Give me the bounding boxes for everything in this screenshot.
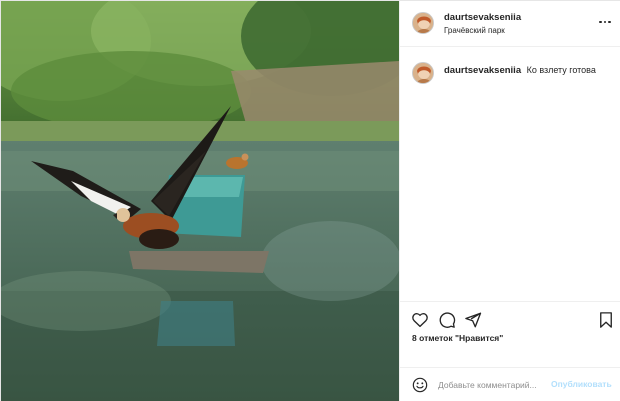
add-comment-bar: Опубликовать — [400, 367, 620, 401]
likes-count[interactable]: 8 отметок "Нравится" — [412, 333, 503, 343]
avatar[interactable] — [412, 12, 434, 34]
duck-flying-over-pond-image — [1, 1, 399, 401]
more-options-icon[interactable] — [596, 14, 614, 30]
publish-button[interactable]: Опубликовать — [551, 379, 612, 389]
post-header: daurtsevakseniia Грачёвский парк — [400, 1, 620, 47]
caption-username[interactable]: daurtsevakseniia — [444, 65, 521, 76]
caption-comment: daurtsevakseniia Ко взлету готова — [400, 58, 620, 88]
author-username[interactable]: daurtsevakseniia — [444, 12, 521, 23]
dot — [599, 20, 602, 24]
action-bar: 8 отметок "Нравится" — [400, 301, 620, 367]
dot — [603, 20, 607, 24]
avatar-photo — [413, 13, 433, 33]
dot — [608, 20, 611, 24]
speech-bubble-icon[interactable] — [438, 311, 456, 329]
avatar[interactable] — [412, 62, 434, 84]
post-location[interactable]: Грачёвский парк — [444, 26, 505, 35]
instagram-post: daurtsevakseniia Грачёвский парк daurtse… — [0, 0, 620, 401]
heart-icon[interactable] — [411, 311, 429, 329]
paper-plane-icon[interactable] — [464, 311, 482, 329]
caption-text: Ко взлету готова — [526, 65, 596, 75]
caption-text-line: daurtsevakseniia Ко взлету готова — [444, 65, 596, 76]
comment-input[interactable] — [438, 377, 550, 393]
post-sidebar: daurtsevakseniia Грачёвский парк daurtse… — [399, 1, 620, 401]
post-photo[interactable] — [1, 1, 399, 401]
avatar-photo — [413, 63, 433, 83]
bookmark-icon[interactable] — [597, 311, 615, 329]
smiley-icon[interactable] — [412, 377, 428, 393]
